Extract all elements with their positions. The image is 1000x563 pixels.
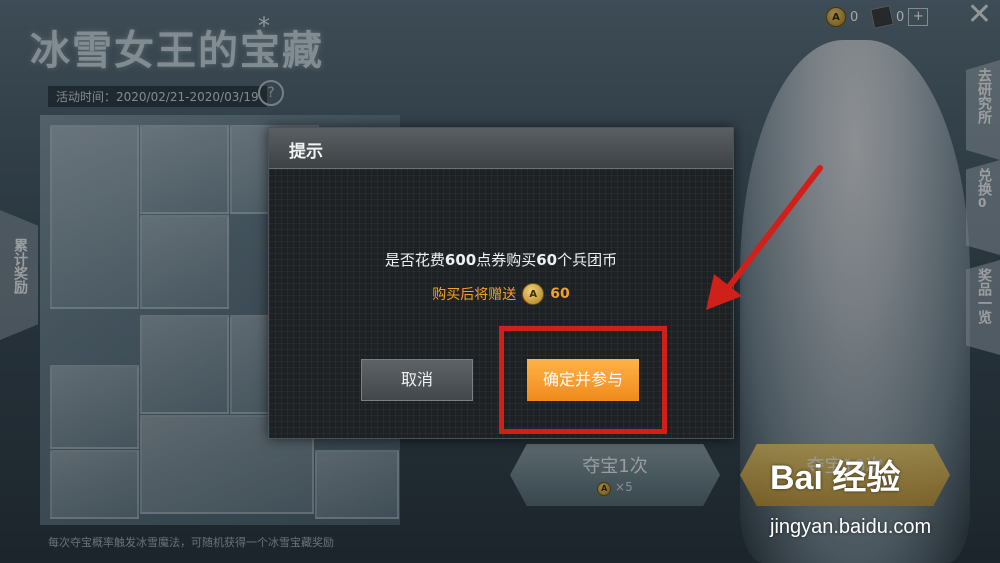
- bonus-amount: 60: [550, 286, 570, 302]
- baidu-jingyan-logo: Bai 经验: [770, 459, 901, 497]
- dialog-title: 提示: [289, 142, 323, 162]
- highlight-box: [499, 326, 667, 434]
- cancel-button[interactable]: 取消: [361, 359, 473, 401]
- purchase-message: 是否花费600点券购买60个兵团币: [384, 251, 618, 269]
- bonus-label: 购买后将赠送: [432, 287, 517, 303]
- baidu-watermark: Bai 经验 jingyan.baidu.com: [770, 450, 995, 555]
- coin-icon: A: [522, 283, 545, 305]
- bonus-info: 购买后将赠送 A 60: [269, 283, 733, 305]
- dialog-header: 提示: [269, 128, 733, 169]
- baidu-jingyan-url: jingyan.baidu.com: [770, 516, 932, 538]
